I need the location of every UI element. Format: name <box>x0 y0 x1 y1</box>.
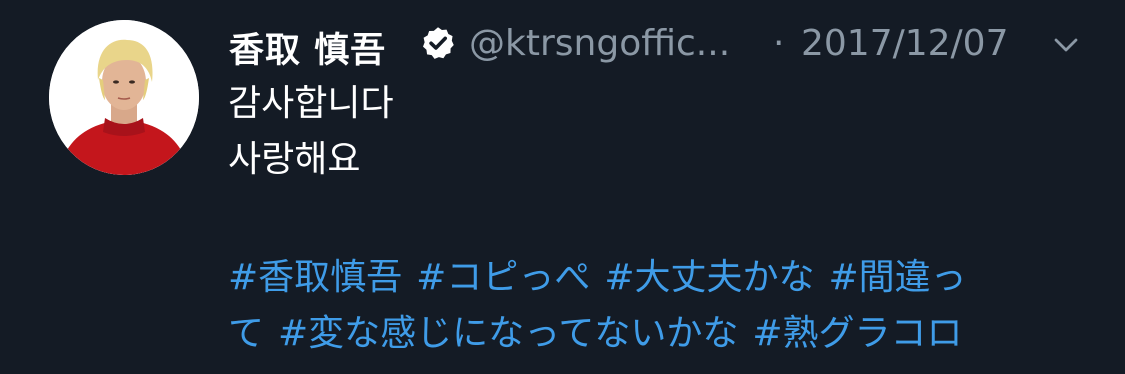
hashtag-link[interactable]: #変な感じになってないかな <box>278 313 738 354</box>
hashtag-link[interactable]: #コピっぺ <box>416 257 590 298</box>
tweet[interactable]: 香取 慎吾 @ktrsngoffic... · 2017/12/07 감사합니다… <box>0 0 1125 374</box>
tweet-text: 감사합니다 사랑해요 <box>228 76 1088 188</box>
tweet-date[interactable]: 2017/12/07 <box>801 23 1009 64</box>
hashtag-row: #香取慎吾 #コピっぺ #大丈夫かな #間違っ <box>228 250 1068 306</box>
separator-dot: · <box>773 23 785 64</box>
avatar-image <box>49 20 199 175</box>
hashtag-link[interactable]: #熟グラコロ <box>752 313 962 354</box>
tweet-text-line: 감사합니다 <box>228 83 394 124</box>
avatar[interactable] <box>49 20 199 175</box>
hashtag-link[interactable]: #間違っ <box>829 257 967 298</box>
hashtag-link[interactable]: て <box>228 313 264 354</box>
tweet-text-line: 사랑해요 <box>228 139 361 180</box>
verified-badge-icon <box>423 27 454 59</box>
hashtag-link[interactable]: #香取慎吾 <box>228 257 402 298</box>
chevron-down-icon[interactable] <box>1051 30 1081 60</box>
tweet-header: 香取 慎吾 @ktrsngoffic... · 2017/12/07 <box>225 18 1105 74</box>
hashtag-block: #香取慎吾 #コピっぺ #大丈夫かな #間違っ て #変な感じになってないかな #熟グラコ… <box>228 250 1068 362</box>
hashtag-link[interactable]: #大丈夫かな <box>604 257 814 298</box>
author-name[interactable]: 香取 慎吾 <box>229 22 386 73</box>
hashtag-row: て #変な感じになってないかな #熟グラコロ <box>228 306 1068 362</box>
author-handle[interactable]: @ktrsngoffic... <box>469 23 730 64</box>
